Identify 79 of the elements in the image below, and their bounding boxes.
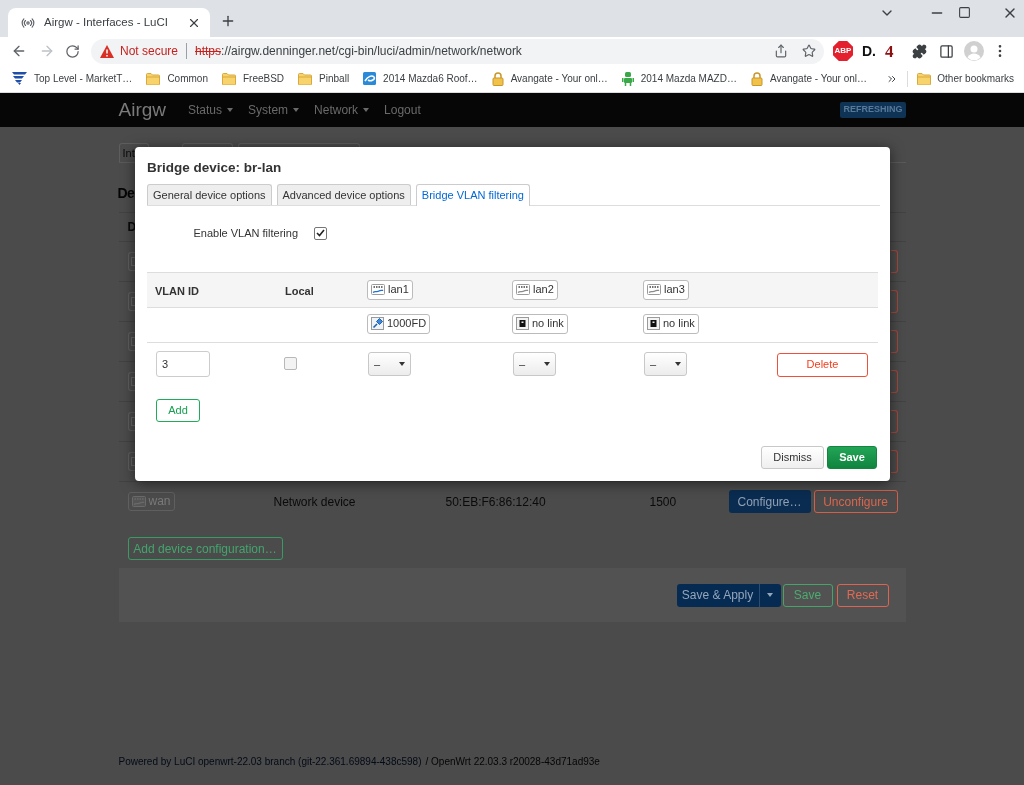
port-select[interactable]: –: [644, 352, 687, 376]
dropdown-button[interactable]: [758, 583, 781, 607]
dialog-tab[interactable]: Bridge VLAN filtering: [415, 184, 530, 206]
lock-icon: [491, 71, 504, 86]
port-name: lan2: [533, 282, 554, 298]
save-button[interactable]: Save: [827, 446, 877, 469]
configure-button[interactable]: Configure…: [728, 490, 811, 513]
link-status-label: 1000FD: [387, 316, 427, 332]
port-select[interactable]: –: [368, 352, 411, 376]
stripes-logo-icon: [12, 72, 27, 85]
back-icon[interactable]: [11, 43, 27, 59]
star-icon[interactable]: [802, 44, 816, 58]
swirl-logo-icon: [363, 72, 377, 85]
bookmark-item[interactable]: 2014 Mazda6 Roof…: [363, 71, 478, 86]
folder-icon: [146, 72, 161, 85]
caret-icon: [399, 362, 405, 366]
dismiss-button[interactable]: Dismiss: [761, 446, 824, 469]
reload-icon[interactable]: [65, 43, 80, 59]
bookmark-item[interactable]: Pinball: [298, 71, 350, 86]
bookmark-item[interactable]: 2014 Mazda MAZD…: [621, 71, 737, 86]
nav-menu-item[interactable]: Status: [188, 101, 234, 119]
radio-waves-icon: [21, 15, 35, 30]
vlan-id-field[interactable]: 3: [156, 351, 210, 377]
dialog-tab[interactable]: Advanced device options: [276, 184, 411, 205]
side-panel-icon[interactable]: [938, 43, 954, 59]
extension-button[interactable]: ABP: [833, 41, 853, 61]
save-apply-button[interactable]: Save & Apply: [676, 583, 759, 607]
add-button[interactable]: Add: [156, 399, 200, 422]
share-icon[interactable]: [774, 44, 788, 58]
nav-menu-item[interactable]: Logout: [384, 101, 421, 119]
port-select[interactable]: –: [513, 352, 556, 376]
warning-icon: [100, 44, 114, 58]
caret-icon: [544, 362, 550, 366]
checkbox[interactable]: [314, 226, 327, 240]
maximize-icon[interactable]: [958, 6, 971, 19]
checkbox[interactable]: [284, 356, 297, 370]
url-text[interactable]: https://airgw.denninger.net/cgi-bin/luci/admin/network/network: [195, 42, 522, 60]
folder-icon: [298, 72, 313, 85]
extension-button[interactable]: 4: [885, 42, 894, 60]
bookmark-item[interactable]: Other bookmarks: [917, 71, 1014, 86]
brand-title[interactable]: Airgw: [118, 95, 166, 125]
checkmark-icon: [316, 229, 325, 237]
link-status-label: no link: [532, 316, 564, 332]
port-name: lan1: [388, 282, 409, 298]
delete-button[interactable]: Delete: [777, 352, 868, 377]
lock-icon: [750, 71, 763, 86]
dialog-title: Bridge device: br-lan: [147, 159, 282, 177]
browser-tab[interactable]: Airgw - Interfaces - LuCI: [8, 8, 210, 37]
bookmark-item[interactable]: Avangate - Your onl…: [491, 71, 608, 86]
nav-menu-item[interactable]: Network: [314, 101, 370, 119]
column-header: Local: [285, 285, 314, 297]
bookmark-item[interactable]: Common: [146, 71, 208, 86]
field-label: Enable VLAN filtering: [192, 225, 298, 241]
mtu-value: 1500: [649, 493, 678, 511]
refresh-indicator: REFRESHING: [840, 102, 906, 118]
network-port-icon: [131, 495, 146, 507]
folder-icon: [221, 72, 236, 85]
footer-version: / OpenWrt 22.03.3 r20028-43d71ad93e: [425, 755, 600, 769]
security-label[interactable]: Not secure: [120, 42, 179, 60]
caret-icon: [675, 362, 681, 366]
extension-button[interactable]: D.: [862, 44, 876, 58]
new-tab-icon[interactable]: [220, 13, 236, 29]
device-type: Network device: [273, 493, 357, 511]
nav-menu-item[interactable]: System: [248, 101, 300, 119]
dialog-tab[interactable]: General device options: [147, 184, 272, 205]
column-header: D: [127, 219, 137, 236]
figure-icon: [621, 71, 634, 86]
folder-icon: [917, 72, 932, 85]
link-status-label: no link: [663, 316, 695, 332]
bookmark-item[interactable]: Avangate - Your onl…: [750, 71, 867, 86]
puzzle-icon[interactable]: [911, 43, 927, 59]
bookmark-item[interactable]: FreeBSD: [221, 71, 285, 86]
column-header: VLAN ID: [155, 285, 199, 297]
bookmark-item[interactable]: Top Level - MarketT…: [12, 71, 133, 86]
mac-address: 50:EB:F6:86:12:40: [445, 493, 547, 511]
address-bar[interactable]: Not secure https://airgw.denninger.net/cgi-bin/luci/admin/network/network: [91, 38, 824, 64]
caret-icon: [767, 593, 773, 597]
port-name: lan3: [664, 282, 685, 298]
section-heading: De: [117, 184, 135, 203]
